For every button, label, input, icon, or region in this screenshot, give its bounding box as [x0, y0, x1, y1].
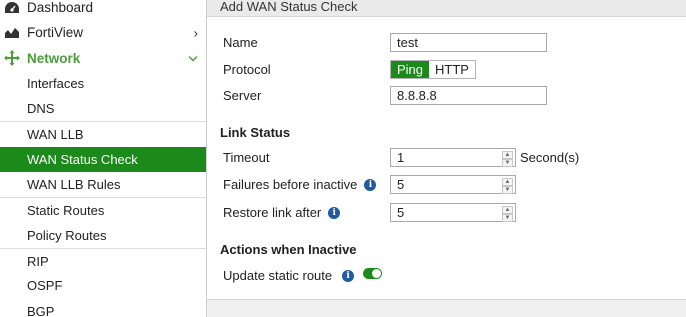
timeout-stepper[interactable]: 1 ▲ ▼ [390, 148, 516, 167]
toggle-knob [372, 269, 381, 278]
dashboard-icon [3, 0, 21, 16]
protocol-toggle: Ping HTTP [390, 60, 476, 79]
info-icon[interactable]: i [364, 178, 377, 191]
server-row: Server [223, 88, 261, 103]
failures-row: Failures before inactive i [223, 177, 377, 192]
protocol-option-http[interactable]: HTTP [429, 61, 475, 78]
update-route-row: Update static route i [223, 268, 355, 283]
name-input[interactable]: test [390, 33, 547, 52]
sidebar-item-label: BGP [27, 303, 55, 317]
sidebar-item-dashboard[interactable]: Dashboard [0, 0, 206, 20]
timeout-value: 1 [397, 150, 405, 165]
sidebar: Dashboard FortiView › Network Interfaces… [0, 0, 207, 317]
update-route-label: Update static route [223, 268, 333, 283]
main-content: Add WAN Status Check Name test Protocol … [207, 0, 686, 317]
fortiview-chart-icon [3, 25, 21, 41]
spinner-up-icon[interactable]: ▲ [502, 178, 513, 186]
chevron-down-icon [188, 51, 198, 66]
failures-stepper[interactable]: 5 ▲ ▼ [390, 175, 516, 194]
sidebar-item-wan-llb-rules[interactable]: WAN LLB Rules [0, 172, 206, 197]
sidebar-item-label: Interfaces [27, 76, 85, 92]
server-input[interactable]: 8.8.8.8 [390, 86, 547, 105]
spinner-down-icon[interactable]: ▼ [502, 214, 513, 222]
failures-label: Failures before inactive [223, 177, 358, 192]
sidebar-item-label: WAN LLB Rules [27, 177, 121, 193]
sidebar-item-label: Dashboard [27, 0, 94, 16]
actions-heading: Actions when Inactive [220, 242, 357, 257]
wan-status-check-form: Add WAN Status Check Name test Protocol … [207, 0, 686, 300]
protocol-row: Protocol [223, 62, 271, 77]
restore-row: Restore link after i [223, 205, 341, 220]
sidebar-item-ospf[interactable]: OSPF [0, 273, 206, 298]
failures-value: 5 [397, 177, 405, 192]
sidebar-item-rip[interactable]: RIP [0, 247, 206, 273]
chevron-right-icon: › [193, 25, 198, 41]
timeout-label: Timeout [223, 150, 270, 165]
spinner-down-icon[interactable]: ▼ [502, 186, 513, 194]
spinner[interactable]: ▲ ▼ [502, 206, 513, 222]
spinner[interactable]: ▲ ▼ [502, 151, 513, 167]
sidebar-item-label: OSPF [27, 278, 63, 294]
info-icon[interactable]: i [342, 269, 355, 282]
link-status-heading: Link Status [220, 125, 291, 140]
sidebar-item-label: DNS [27, 101, 55, 117]
sidebar-item-static-routes[interactable]: Static Routes [0, 197, 206, 222]
sidebar-item-wan-status-check[interactable]: WAN Status Check [0, 146, 206, 173]
sidebar-item-label: WAN LLB [27, 127, 84, 143]
restore-stepper[interactable]: 5 ▲ ▼ [390, 203, 516, 222]
protocol-label: Protocol [223, 62, 271, 77]
sidebar-item-label: FortiView [27, 25, 84, 41]
sidebar-item-label: Network [27, 50, 81, 66]
spinner-up-icon[interactable]: ▲ [502, 151, 513, 159]
network-icon [3, 50, 21, 67]
protocol-option-ping[interactable]: Ping [391, 61, 430, 78]
name-label: Name [223, 35, 258, 50]
restore-label: Restore link after [223, 205, 322, 220]
sidebar-item-wan-llb[interactable]: WAN LLB [0, 121, 206, 146]
update-route-toggle[interactable] [363, 268, 382, 279]
sidebar-item-interfaces[interactable]: Interfaces [0, 71, 206, 96]
page-title: Add WAN Status Check [207, 0, 686, 17]
server-label: Server [223, 88, 262, 103]
timeout-row: Timeout [223, 150, 269, 165]
sidebar-item-dns[interactable]: DNS [0, 96, 206, 121]
sidebar-item-label: Policy Routes [27, 227, 107, 243]
spinner-up-icon[interactable]: ▲ [502, 206, 513, 214]
sidebar-item-label: WAN Status Check [27, 151, 138, 167]
sidebar-item-label: RIP [27, 253, 49, 269]
name-row: Name [223, 35, 258, 50]
spinner-down-icon[interactable]: ▼ [502, 159, 513, 167]
restore-value: 5 [397, 205, 405, 220]
sidebar-item-bgp[interactable]: BGP [0, 299, 206, 317]
timeout-unit: Second(s) [520, 150, 580, 165]
info-icon[interactable]: i [328, 206, 341, 219]
sidebar-item-network[interactable]: Network [0, 46, 206, 71]
spinner[interactable]: ▲ ▼ [502, 178, 513, 194]
sidebar-item-label: Static Routes [27, 203, 105, 219]
sidebar-item-fortiview[interactable]: FortiView › [0, 20, 206, 45]
sidebar-item-policy-routes[interactable]: Policy Routes [0, 223, 206, 248]
